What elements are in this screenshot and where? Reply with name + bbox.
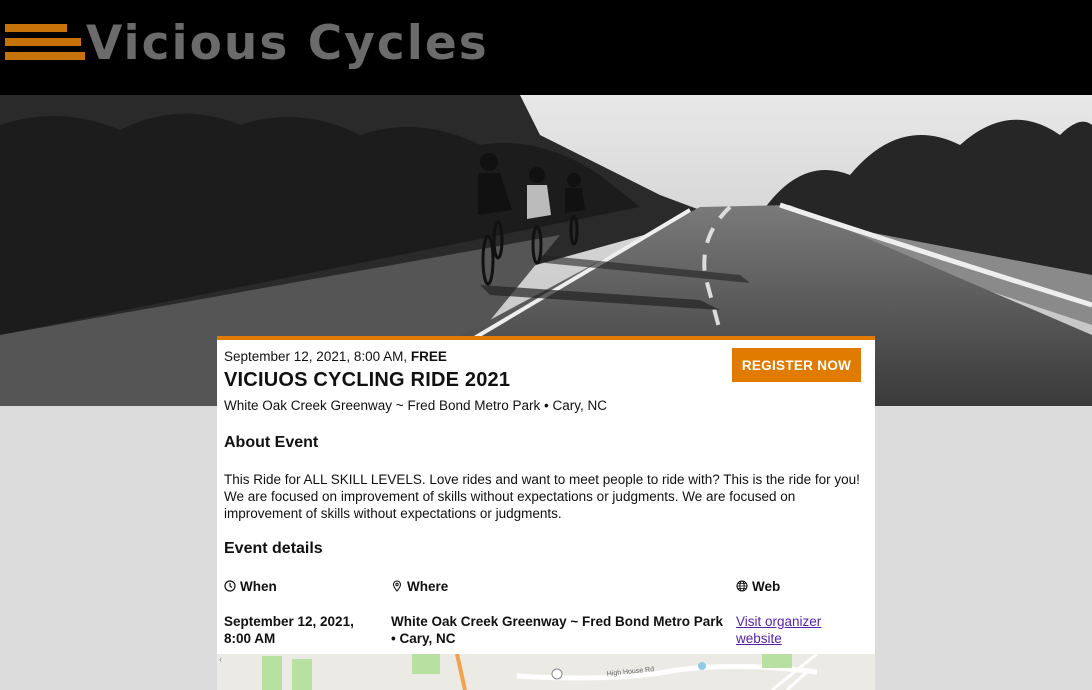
when-value: September 12, 2021, 8:00 AM bbox=[224, 614, 354, 646]
event-price: FREE bbox=[410, 349, 447, 364]
logo-stripes-icon bbox=[5, 24, 85, 60]
event-location: White Oak Creek Greenway ~ Fred Bond Met… bbox=[224, 398, 607, 413]
web-column: Web Visit organizer website bbox=[736, 578, 856, 647]
register-button[interactable]: REGISTER NOW bbox=[732, 348, 861, 382]
map-scroll-left-icon[interactable]: ‹ bbox=[219, 654, 222, 664]
when-column: When September 12, 2021, 8:00 AM bbox=[224, 578, 374, 647]
site-logo[interactable]: Vicious Cycles bbox=[86, 12, 489, 76]
event-date-time: September 12, 2021, 8:00 AM, bbox=[224, 349, 408, 364]
location-map[interactable]: High House Rd ‹ bbox=[217, 654, 875, 690]
event-card: September 12, 2021, 8:00 AM, FREE VICIUO… bbox=[217, 336, 875, 654]
organizer-website-link[interactable]: Visit organizer website bbox=[736, 614, 821, 646]
details-heading: Event details bbox=[224, 540, 323, 557]
about-text: This Ride for ALL SKILL LEVELS. Love rid… bbox=[224, 472, 860, 521]
where-column: Where White Oak Creek Greenway ~ Fred Bo… bbox=[391, 578, 731, 647]
about-heading: About Event bbox=[224, 434, 319, 451]
globe-icon bbox=[736, 580, 748, 592]
event-details: When September 12, 2021, 8:00 AM Where W… bbox=[224, 578, 868, 658]
web-label: Web bbox=[752, 578, 781, 594]
where-value: White Oak Creek Greenway ~ Fred Bond Met… bbox=[391, 614, 723, 646]
where-label: Where bbox=[407, 578, 449, 594]
site-header: Vicious Cycles bbox=[0, 0, 1092, 95]
clock-icon bbox=[224, 580, 236, 592]
when-label: When bbox=[240, 578, 277, 594]
map-pin-icon bbox=[392, 580, 402, 592]
